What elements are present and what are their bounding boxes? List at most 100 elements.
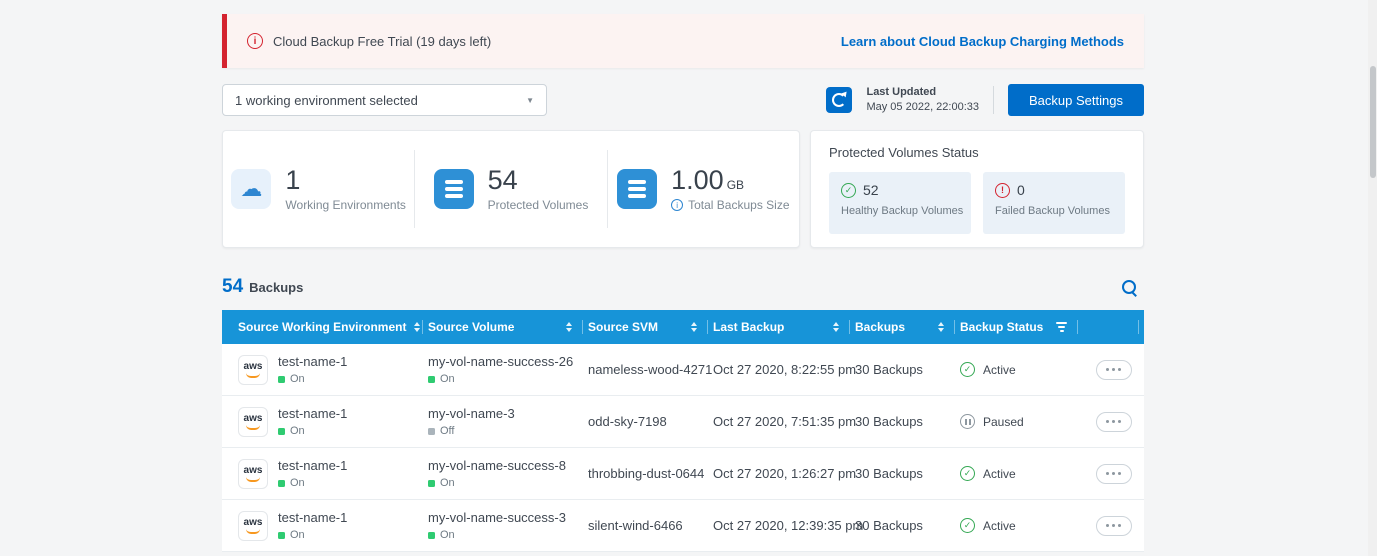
backups-count-cell: 30 Backups — [855, 362, 960, 377]
volume-state: Off — [428, 425, 588, 437]
backup-status-badge: Active — [960, 362, 1083, 377]
protected-volumes-status-title: Protected Volumes Status — [829, 145, 1125, 160]
sort-icon[interactable] — [691, 322, 697, 332]
sort-icon[interactable] — [414, 322, 420, 332]
row-actions-menu-button[interactable] — [1096, 516, 1132, 536]
refresh-button[interactable] — [826, 87, 852, 113]
sort-icon[interactable] — [833, 322, 839, 332]
env-state: On — [278, 425, 347, 437]
working-environment-select-value: 1 working environment selected — [235, 93, 418, 108]
info-icon — [247, 33, 263, 49]
table-row: aws test-name-1 On my-vol-name-success-8… — [222, 448, 1144, 500]
protected-volumes-icon — [434, 169, 474, 209]
working-environments-label: Working Environments — [285, 198, 406, 212]
row-actions-menu-button[interactable] — [1096, 464, 1132, 484]
healthy-backup-volumes-box: 52 Healthy Backup Volumes — [829, 172, 971, 234]
charging-methods-link[interactable]: Learn about Cloud Backup Charging Method… — [841, 34, 1124, 49]
volume-state: On — [428, 373, 588, 385]
aws-icon: aws — [238, 459, 268, 489]
aws-icon: aws — [238, 511, 268, 541]
table-row: aws test-name-1 On my-vol-name-success-2… — [222, 344, 1144, 396]
vertical-scrollbar[interactable] — [1368, 0, 1377, 556]
aws-icon: aws — [238, 407, 268, 437]
backups-table: Source Working Environment Source Volume… — [222, 310, 1144, 552]
source-volume: my-vol-name-success-8 — [428, 458, 588, 473]
column-header-backups[interactable]: Backups — [855, 310, 960, 344]
source-svm: throbbing-dust-0644 — [588, 466, 713, 481]
scrollbar-thumb[interactable] — [1370, 66, 1376, 178]
banner-text: Cloud Backup Free Trial (19 days left) — [273, 34, 491, 49]
divider — [993, 86, 994, 114]
sort-icon[interactable] — [938, 322, 944, 332]
last-backup: Oct 27 2020, 8:22:55 pm — [713, 362, 855, 377]
table-row: aws test-name-1 On my-vol-name-success-3… — [222, 500, 1144, 552]
column-header-source-volume[interactable]: Source Volume — [428, 310, 588, 344]
source-working-environment: test-name-1 — [278, 458, 347, 473]
total-backups-size-label: Total Backups Size — [688, 198, 789, 212]
source-svm: silent-wind-6466 — [588, 518, 713, 533]
backups-count-cell: 30 Backups — [855, 466, 960, 481]
search-icon[interactable] — [1120, 278, 1138, 296]
status-icon — [960, 466, 975, 481]
last-backup: Oct 27 2020, 12:39:35 pm — [713, 518, 855, 533]
env-state: On — [278, 529, 347, 541]
protected-volumes-status-card: Protected Volumes Status 52 Healthy Back… — [810, 130, 1144, 248]
free-trial-banner: Cloud Backup Free Trial (19 days left) L… — [222, 14, 1144, 68]
cloud-backup-page: Cloud Backup Free Trial (19 days left) L… — [222, 0, 1144, 552]
state-dot — [428, 428, 435, 435]
failed-backup-volumes-box: 0 Failed Backup Volumes — [983, 172, 1125, 234]
check-circle-icon — [841, 183, 856, 198]
column-header-last-backup[interactable]: Last Backup — [713, 310, 855, 344]
source-working-environment: test-name-1 — [278, 354, 347, 369]
volume-state: On — [428, 529, 588, 541]
error-circle-icon — [995, 183, 1010, 198]
protected-volumes-label: Protected Volumes — [488, 198, 589, 212]
protected-volumes-count: 54 — [488, 166, 589, 196]
table-row: aws test-name-1 On my-vol-name-3 Off odd… — [222, 396, 1144, 448]
backups-count: 54 — [222, 276, 243, 297]
backup-status-badge: Active — [960, 518, 1083, 533]
working-environment-select[interactable]: 1 working environment selected — [222, 84, 547, 116]
healthy-label: Healthy Backup Volumes — [841, 205, 959, 217]
failed-count: 0 — [1017, 182, 1025, 198]
backups-heading: 54Backups — [222, 276, 303, 298]
backup-status-badge: Active — [960, 466, 1083, 481]
status-icon — [960, 414, 975, 429]
state-dot — [428, 376, 435, 383]
last-backup: Oct 27 2020, 7:51:35 pm — [713, 414, 855, 429]
volume-state: On — [428, 477, 588, 489]
backups-count-cell: 30 Backups — [855, 518, 960, 533]
source-volume: my-vol-name-success-3 — [428, 510, 588, 525]
source-volume: my-vol-name-success-26 — [428, 354, 588, 369]
table-body: aws test-name-1 On my-vol-name-success-2… — [222, 344, 1144, 552]
state-dot — [278, 428, 285, 435]
backup-status-badge: Paused — [960, 414, 1083, 429]
column-header-backup-status[interactable]: Backup Status — [960, 310, 1083, 344]
filter-icon[interactable] — [1056, 322, 1067, 332]
row-actions-menu-button[interactable] — [1096, 360, 1132, 380]
backup-settings-button[interactable]: Backup Settings — [1008, 84, 1144, 116]
summary-stats-card: ☁ 1 Working Environments 54 Protected Vo… — [222, 130, 800, 248]
source-svm: odd-sky-7198 — [588, 414, 713, 429]
last-updated: Last Updated May 05 2022, 22:00:33 — [866, 85, 979, 116]
table-header: Source Working Environment Source Volume… — [222, 310, 1144, 344]
source-working-environment: test-name-1 — [278, 510, 347, 525]
column-header-source-working-environment[interactable]: Source Working Environment — [238, 310, 428, 344]
stat-protected-volumes: 54 Protected Volumes — [414, 150, 606, 228]
total-backups-size-unit: GB — [727, 178, 744, 192]
env-state: On — [278, 373, 347, 385]
state-dot — [278, 480, 285, 487]
info-icon — [671, 199, 683, 211]
backup-size-icon — [617, 169, 657, 209]
cloud-icon: ☁ — [231, 169, 271, 209]
stat-total-backups-size: 1.00GB Total Backups Size — [607, 150, 799, 228]
total-backups-size-value: 1.00 — [671, 165, 724, 195]
backups-count-cell: 30 Backups — [855, 414, 960, 429]
column-header-source-svm[interactable]: Source SVM — [588, 310, 713, 344]
row-actions-menu-button[interactable] — [1096, 412, 1132, 432]
last-updated-label: Last Updated — [866, 85, 979, 100]
status-icon — [960, 518, 975, 533]
source-working-environment: test-name-1 — [278, 406, 347, 421]
healthy-count: 52 — [863, 182, 879, 198]
sort-icon[interactable] — [566, 322, 572, 332]
